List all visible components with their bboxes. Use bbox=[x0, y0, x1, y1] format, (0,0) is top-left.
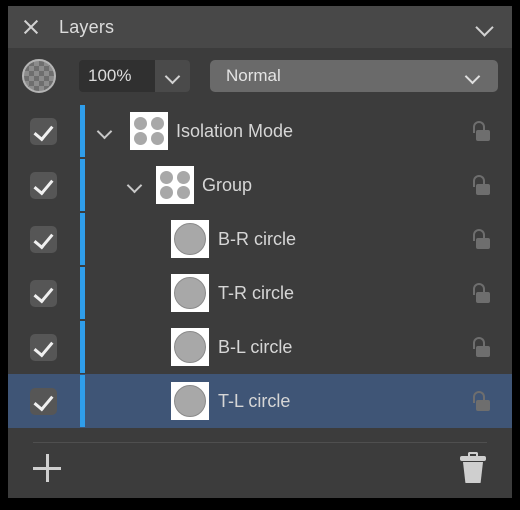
thumbnail-circle bbox=[160, 186, 173, 199]
opacity-input[interactable]: 100% bbox=[79, 60, 155, 92]
layer-indicator-bar bbox=[80, 105, 85, 157]
check-icon bbox=[33, 120, 54, 142]
visibility-checkbox[interactable] bbox=[30, 280, 57, 307]
padlock-body bbox=[476, 346, 490, 357]
layer-name-label: T-L circle bbox=[218, 391, 291, 411]
trash-icon[interactable] bbox=[460, 452, 486, 483]
check-icon bbox=[33, 282, 54, 304]
blend-mode-label: Normal bbox=[226, 66, 281, 85]
visibility-checkbox[interactable] bbox=[30, 118, 57, 145]
layer-thumbnail bbox=[171, 328, 209, 366]
divider bbox=[33, 442, 487, 443]
layer-name-label: Isolation Mode bbox=[176, 121, 294, 141]
layer-indicator-bar bbox=[80, 213, 85, 265]
layer-row[interactable]: B-R circle bbox=[8, 212, 512, 266]
check-icon bbox=[33, 174, 54, 196]
padlock-body bbox=[476, 184, 490, 195]
layer-indicator-bar bbox=[80, 321, 85, 373]
layer-indicator-bar bbox=[80, 375, 85, 427]
layer-thumbnail bbox=[171, 220, 209, 258]
close-icon[interactable] bbox=[21, 17, 41, 37]
unlocked-padlock-icon[interactable] bbox=[472, 391, 490, 412]
blend-mode-select[interactable]: Normal bbox=[210, 60, 498, 92]
panel-header: Layers bbox=[8, 6, 512, 48]
chevron-down-icon[interactable] bbox=[155, 60, 190, 92]
thumbnail-circle bbox=[151, 117, 164, 130]
layer-row[interactable]: Group bbox=[8, 158, 512, 212]
thumbnail-circle bbox=[174, 385, 206, 417]
layer-name-label: B-R circle bbox=[218, 229, 297, 249]
layer-thumbnail bbox=[171, 382, 209, 420]
thumbnail-circle bbox=[174, 331, 206, 363]
visibility-checkbox[interactable] bbox=[30, 334, 57, 361]
thumbnail-circle bbox=[174, 223, 206, 255]
layer-thumbnail bbox=[171, 274, 209, 312]
visibility-checkbox[interactable] bbox=[30, 226, 57, 253]
layer-name-label: B-L circle bbox=[218, 337, 293, 357]
layer-name-label: T-R circle bbox=[218, 283, 294, 303]
plus-icon[interactable] bbox=[33, 454, 61, 482]
check-icon bbox=[33, 336, 54, 358]
trash-can bbox=[463, 462, 483, 483]
panel-body: Layers 100% Normal Isolation Mode Group B-… bbox=[8, 6, 512, 498]
thumbnail-circle bbox=[174, 277, 206, 309]
opacity-stepper[interactable]: 100% bbox=[79, 60, 190, 92]
thumbnail-circle bbox=[160, 171, 173, 184]
unlocked-padlock-icon[interactable] bbox=[472, 229, 490, 250]
layer-indicator-bar bbox=[80, 267, 85, 319]
layer-indicator-bar bbox=[80, 159, 85, 211]
layers-panel: Layers 100% Normal Isolation Mode Group B-… bbox=[0, 0, 520, 510]
padlock-body bbox=[476, 238, 490, 249]
layer-row[interactable]: Isolation Mode bbox=[8, 104, 512, 158]
thumbnail-circle bbox=[177, 171, 190, 184]
unlocked-padlock-icon[interactable] bbox=[472, 121, 490, 142]
unlocked-padlock-icon[interactable] bbox=[472, 337, 490, 358]
check-icon bbox=[33, 390, 54, 412]
visibility-checkbox[interactable] bbox=[30, 388, 57, 415]
expand-chevron-icon[interactable] bbox=[98, 126, 114, 137]
checkerboard-circle-icon[interactable] bbox=[22, 59, 56, 93]
trash-lid bbox=[460, 456, 486, 461]
padlock-body bbox=[476, 130, 490, 141]
page-title: Layers bbox=[59, 17, 115, 37]
padlock-body bbox=[476, 292, 490, 303]
padlock-body bbox=[476, 400, 490, 411]
chevron-down-icon[interactable] bbox=[466, 71, 482, 81]
unlocked-padlock-icon[interactable] bbox=[472, 175, 490, 196]
unlocked-padlock-icon[interactable] bbox=[472, 283, 490, 304]
layer-row[interactable]: T-L circle bbox=[8, 374, 512, 428]
thumbnail-circle bbox=[177, 186, 190, 199]
thumbnail-circle bbox=[134, 132, 147, 145]
layer-thumbnail bbox=[130, 112, 168, 150]
layer-name-label: Group bbox=[202, 175, 253, 195]
thumbnail-circle bbox=[134, 117, 147, 130]
panel-footer bbox=[8, 436, 512, 498]
layer-list: Isolation Mode Group B-R circle T-R circle B… bbox=[8, 104, 512, 436]
chevron-down-icon[interactable] bbox=[476, 21, 494, 33]
thumbnail-circle bbox=[151, 132, 164, 145]
layer-row[interactable]: B-L circle bbox=[8, 320, 512, 374]
layer-thumbnail bbox=[156, 166, 194, 204]
check-icon bbox=[33, 228, 54, 250]
visibility-checkbox[interactable] bbox=[30, 172, 57, 199]
expand-chevron-icon[interactable] bbox=[128, 180, 144, 191]
layer-toolbar: 100% Normal bbox=[8, 48, 512, 104]
layer-row[interactable]: T-R circle bbox=[8, 266, 512, 320]
